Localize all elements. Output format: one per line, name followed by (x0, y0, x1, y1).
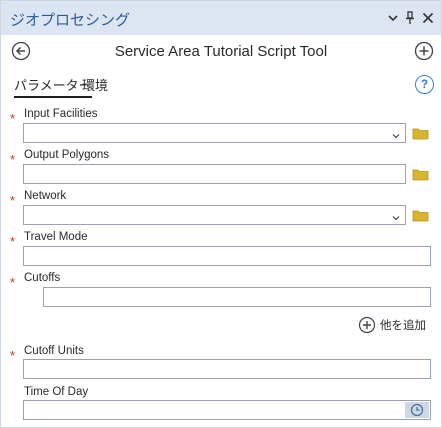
travel-mode-field[interactable] (23, 246, 431, 266)
cutoff-units-input[interactable] (24, 360, 430, 378)
tab-parameters[interactable]: パラメーター (14, 75, 92, 98)
cutoffs-input[interactable] (44, 288, 430, 306)
required-marker: * (10, 111, 16, 126)
tool-title: Service Area Tutorial Script Tool (114, 43, 328, 60)
time-of-day-input[interactable] (24, 401, 404, 419)
add-circle-icon (414, 41, 434, 61)
chevron-down-icon[interactable] (385, 10, 401, 26)
add-button[interactable] (414, 41, 434, 61)
pin-icon[interactable] (402, 10, 418, 26)
cutoff-units-label: Cutoff Units (24, 345, 84, 357)
required-marker: * (10, 234, 16, 249)
geoprocessing-pane: ジオプロセシング Service Area Tutorial Script To… (0, 0, 442, 428)
cutoffs-field[interactable] (43, 287, 431, 307)
add-another-button[interactable]: 他を追加 (358, 316, 426, 334)
time-of-day-label: Time Of Day (24, 386, 89, 398)
help-icon[interactable]: ? (415, 75, 434, 94)
required-marker: * (10, 193, 16, 208)
clock-icon (410, 403, 424, 417)
travel-mode-input[interactable] (24, 247, 430, 265)
chevron-down-icon[interactable] (391, 210, 401, 221)
required-marker: * (10, 275, 16, 290)
output-polygons-field[interactable] (23, 164, 406, 184)
chevron-down-icon[interactable] (391, 128, 401, 139)
add-circle-icon (358, 316, 376, 334)
time-of-day-field[interactable] (23, 400, 431, 420)
cutoff-units-field[interactable] (23, 359, 431, 379)
tab-environments[interactable]: 環境 (82, 75, 108, 94)
network-input[interactable] (24, 206, 405, 224)
output-polygons-input[interactable] (24, 165, 405, 183)
input-facilities-label: Input Facilities (24, 108, 98, 120)
output-polygons-label: Output Polygons (24, 149, 110, 161)
cutoffs-label: Cutoffs (24, 272, 61, 284)
time-picker-button[interactable] (405, 402, 429, 418)
network-label: Network (24, 190, 67, 202)
input-facilities-input[interactable] (24, 124, 405, 142)
pane-title: ジオプロセシング (10, 12, 131, 29)
close-icon[interactable] (420, 10, 436, 26)
pane-titlebar: ジオプロセシング (1, 1, 441, 35)
add-another-label: 他を追加 (380, 320, 426, 332)
travel-mode-label: Travel Mode (24, 231, 88, 243)
input-facilities-field[interactable] (23, 123, 406, 143)
network-field[interactable] (23, 205, 406, 225)
folder-icon[interactable] (412, 167, 429, 181)
folder-icon[interactable] (412, 208, 429, 222)
folder-icon[interactable] (412, 126, 429, 140)
required-marker: * (10, 152, 16, 167)
required-marker: * (10, 348, 16, 363)
